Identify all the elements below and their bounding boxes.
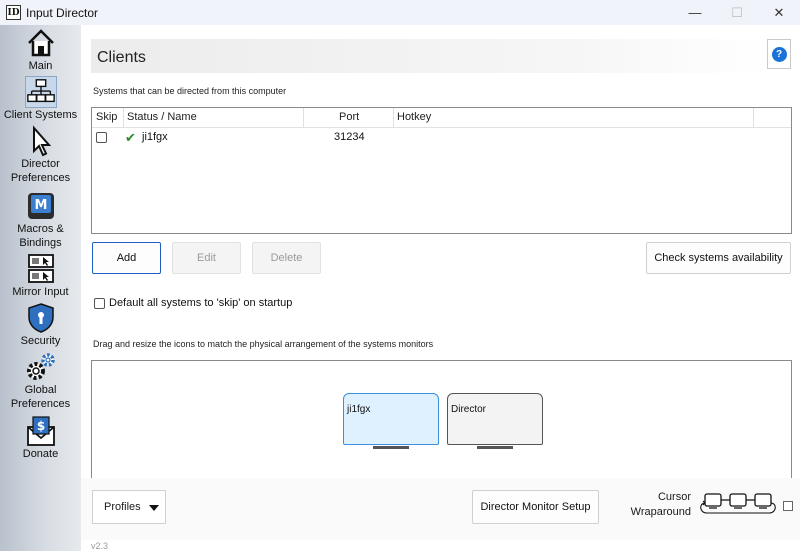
- sidebar-item-label: Mirror Input: [12, 286, 69, 298]
- monitor-stand: [477, 446, 513, 449]
- title-bar: ID Input Director — ☐ ✕: [0, 0, 800, 25]
- cursor-icon: [32, 125, 51, 157]
- delete-button[interactable]: Delete: [252, 242, 321, 274]
- client-name: ji1fgx: [142, 131, 168, 143]
- help-button[interactable]: ?: [767, 39, 791, 69]
- minimize-button[interactable]: —: [674, 0, 716, 25]
- default-skip-checkbox[interactable]: [94, 297, 105, 309]
- director-monitor-setup-button[interactable]: Director Monitor Setup: [472, 490, 599, 524]
- column-header-hotkey[interactable]: Hotkey: [397, 111, 431, 123]
- monitor-stand: [373, 446, 409, 449]
- version-label: v2.3: [91, 541, 109, 551]
- network-icon: [26, 79, 55, 103]
- sidebar-item-label: Client Systems: [3, 109, 78, 121]
- default-skip-label: Default all systems to 'skip' on startup: [109, 297, 293, 309]
- client-port: 31234: [334, 131, 365, 143]
- sidebar-item-client-systems[interactable]: Client Systems: [0, 76, 81, 122]
- sidebar-item-macros-bindings[interactable]: M Macros & Bindings: [0, 190, 81, 250]
- main-panel: Clients ? Systems that can be directed f…: [81, 25, 800, 551]
- systems-caption: Systems that can be directed from this c…: [93, 86, 287, 96]
- sidebar-item-label: Donate: [22, 448, 59, 460]
- table-row[interactable]: ✔ ji1fgx 31234: [92, 129, 791, 147]
- mirror-icon: [27, 254, 54, 283]
- cursor-wraparound-line1: Cursor: [657, 491, 691, 503]
- home-icon: [27, 29, 54, 57]
- header-band: [91, 39, 771, 73]
- sidebar-item-main[interactable]: Main: [0, 27, 81, 73]
- sidebar-item-director-preferences[interactable]: Director Preferences: [0, 125, 81, 185]
- maximize-button[interactable]: ☐: [716, 0, 758, 25]
- window-title: Input Director: [26, 5, 99, 20]
- app-icon: ID: [6, 5, 21, 20]
- status-ok-icon: ✔: [125, 130, 136, 145]
- monitor-name: ji1fgx: [347, 404, 371, 415]
- dropdown-arrow-icon: [149, 505, 159, 511]
- shield-icon: [27, 303, 54, 333]
- page-title: Clients: [97, 49, 146, 66]
- profiles-dropdown[interactable]: Profiles: [92, 490, 166, 524]
- default-skip-option[interactable]: Default all systems to 'skip' on startup: [94, 297, 292, 309]
- gears-icon: [26, 353, 55, 380]
- cursor-wraparound-line2: Wraparound: [630, 506, 691, 518]
- sidebar: Main Client Systems Director Preferences…: [0, 25, 81, 551]
- svg-text:$: $: [36, 419, 44, 433]
- column-header-status-name[interactable]: Status / Name: [127, 111, 197, 123]
- sidebar-item-label: Global Preferences: [10, 384, 71, 410]
- edit-button[interactable]: Edit: [172, 242, 241, 274]
- monitor-screen: [447, 393, 543, 445]
- sidebar-item-donate[interactable]: $ Donate: [0, 415, 81, 461]
- macro-icon: M: [27, 193, 54, 219]
- svg-text:M: M: [34, 198, 47, 213]
- monitor-ji1fgx[interactable]: ji1fgx: [343, 393, 439, 451]
- close-button[interactable]: ✕: [758, 0, 800, 25]
- arrange-caption: Drag and resize the icons to match the p…: [93, 339, 434, 349]
- wraparound-diagram-icon: [700, 493, 776, 514]
- skip-checkbox[interactable]: [96, 132, 107, 143]
- add-button[interactable]: Add: [92, 242, 161, 274]
- sidebar-item-mirror-input[interactable]: Mirror Input: [0, 253, 81, 299]
- monitor-arrangement-area[interactable]: ji1fgx Director: [91, 360, 792, 478]
- monitor-name: Director: [451, 404, 487, 415]
- column-header-skip[interactable]: Skip: [96, 111, 117, 123]
- table-header: Skip Status / Name Port Hotkey: [92, 108, 791, 128]
- help-icon: ?: [771, 46, 787, 62]
- cursor-wraparound-label: Cursor Wraparound: [621, 490, 691, 520]
- sidebar-item-label: Macros & Bindings: [17, 223, 64, 249]
- bottom-bar: Profiles Director Monitor Setup Cursor W…: [81, 478, 800, 540]
- sidebar-item-global-preferences[interactable]: Global Preferences: [0, 351, 81, 411]
- sidebar-item-label: Security: [20, 335, 61, 347]
- cursor-wraparound-checkbox[interactable]: [783, 501, 793, 511]
- window-controls: — ☐ ✕: [674, 0, 800, 25]
- donate-icon: $: [26, 416, 55, 446]
- clients-table: Skip Status / Name Port Hotkey ✔ ji1fgx …: [91, 107, 792, 234]
- sidebar-item-label: Main: [28, 60, 53, 72]
- sidebar-item-security[interactable]: Security: [0, 302, 81, 348]
- monitor-screen: [343, 393, 439, 445]
- check-availability-button[interactable]: Check systems availability: [646, 242, 791, 274]
- column-header-port[interactable]: Port: [339, 111, 359, 123]
- profiles-label: Profiles: [104, 501, 141, 513]
- monitor-director[interactable]: Director: [447, 393, 543, 451]
- sidebar-item-label: Director Preferences: [10, 158, 71, 184]
